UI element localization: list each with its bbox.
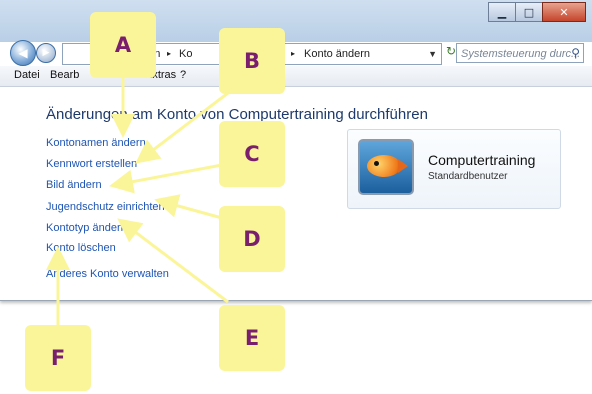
search-icon[interactable]: ⚲ bbox=[571, 43, 580, 63]
forward-button[interactable]: ▶ bbox=[36, 43, 56, 63]
link-delete-account[interactable]: Konto löschen bbox=[46, 242, 116, 254]
forward-arrow-icon: ▶ bbox=[42, 48, 50, 58]
breadcrumb-current[interactable]: Konto ändern bbox=[304, 44, 370, 64]
account-avatar bbox=[358, 139, 414, 195]
link-change-picture[interactable]: Bild ändern bbox=[46, 179, 102, 191]
maximize-button[interactable]: □ bbox=[515, 2, 543, 22]
breadcrumb-separator-icon: ▸ bbox=[291, 49, 296, 58]
fish-eye bbox=[374, 161, 379, 166]
breadcrumb-segment[interactable]: Ko bbox=[179, 44, 192, 64]
control-panel-window: ▁ □ ✕ ◀ ▶ nten ▸ Ko ▸ Konto ändern ▼ ↻ S… bbox=[0, 0, 592, 301]
link-parental-controls[interactable]: Jugendschutz einrichten bbox=[46, 201, 165, 213]
search-placeholder: Systemsteuerung durc... bbox=[461, 48, 581, 60]
breadcrumb-separator-icon: ▸ bbox=[167, 49, 172, 58]
address-dropdown-icon[interactable]: ▼ bbox=[428, 44, 437, 64]
callout-d: D bbox=[219, 206, 285, 272]
title-bar: ▁ □ ✕ bbox=[0, 0, 592, 42]
menu-hilfe[interactable]: ? bbox=[180, 69, 186, 81]
link-change-account-type[interactable]: Kontotyp ändern bbox=[46, 222, 127, 234]
window-controls: ▁ □ ✕ bbox=[488, 2, 586, 22]
refresh-icon: ↻ bbox=[445, 44, 457, 58]
navigation-bar: ◀ ▶ nten ▸ Ko ▸ Konto ändern ▼ ↻ Systems… bbox=[0, 40, 592, 66]
link-create-password[interactable]: Kennwort erstellen bbox=[46, 158, 137, 170]
callout-e: E bbox=[219, 305, 285, 371]
close-button[interactable]: ✕ bbox=[542, 2, 586, 22]
search-input[interactable]: Systemsteuerung durc... ⚲ bbox=[456, 43, 584, 63]
fish-tail bbox=[398, 159, 408, 173]
callout-a: A bbox=[90, 12, 156, 78]
callout-b: B bbox=[219, 28, 285, 94]
link-manage-other-account[interactable]: Anderes Konto verwalten bbox=[46, 268, 169, 280]
callout-c: C bbox=[219, 121, 285, 187]
back-button[interactable]: ◀ bbox=[10, 40, 36, 66]
account-type: Standardbenutzer bbox=[428, 171, 508, 182]
menu-bar: Datei Bearb Extras ? bbox=[0, 66, 592, 87]
back-arrow-icon: ◀ bbox=[18, 46, 28, 60]
menu-bearbeiten[interactable]: Bearb bbox=[50, 69, 79, 81]
account-name: Computertraining bbox=[428, 152, 536, 168]
link-rename-account[interactable]: Kontonamen ändern bbox=[46, 137, 146, 149]
account-card: Computertraining Standardbenutzer bbox=[347, 129, 561, 209]
callout-f: F bbox=[25, 325, 91, 391]
minimize-button[interactable]: ▁ bbox=[488, 2, 516, 22]
fish-icon bbox=[367, 155, 401, 177]
menu-datei[interactable]: Datei bbox=[14, 69, 40, 81]
